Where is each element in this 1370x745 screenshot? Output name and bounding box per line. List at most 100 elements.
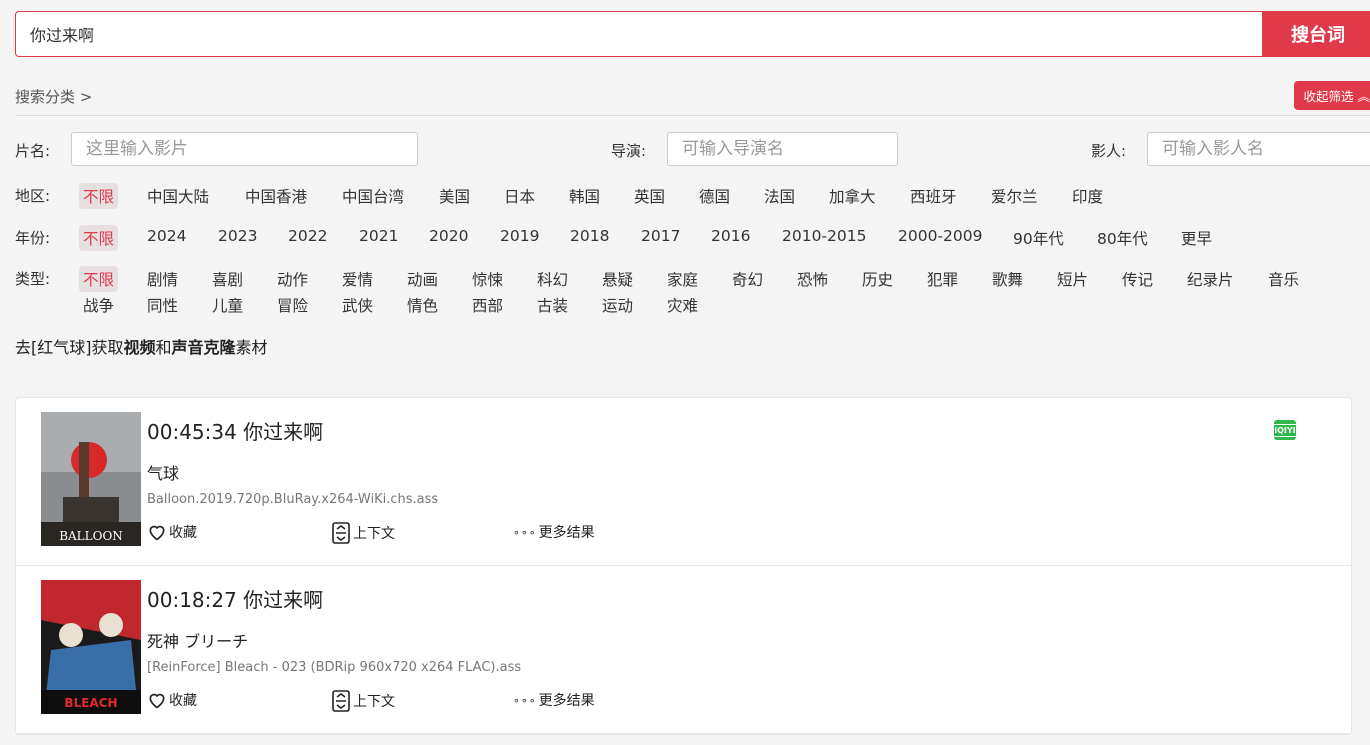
filter-genre-option[interactable]: 科幻 [537,268,568,290]
promo-voice-clone: 声音克隆 [171,338,236,357]
filter-year-option[interactable]: 2020 [429,227,468,245]
iqiyi-icon[interactable]: iQIYI [1272,420,1298,440]
result-item: BALLOON 00:45:34 你过来啊 气球 Balloon.2019.72… [16,398,1351,566]
promo-video: 视频 [123,338,156,357]
filter-region-option[interactable]: 加拿大 [829,185,876,207]
filter-genre-option[interactable]: 历史 [862,268,893,290]
context-button[interactable]: 上下文 [331,690,395,712]
filter-region-option[interactable]: 印度 [1072,185,1103,207]
filter-genre-option[interactable]: 歌舞 [992,268,1023,290]
movie-poster[interactable]: BALLOON [41,412,141,546]
filter-region-option[interactable]: 不限 [79,183,119,209]
collapse-filter-button[interactable]: 收起筛选 ︽ [1294,81,1370,110]
promo-pre: 去[红气球]获取 [15,338,124,357]
filter-genre-option[interactable]: 古装 [537,294,568,316]
director-field[interactable] [667,132,898,166]
title-field-label: 片名: [15,142,51,160]
filter-region-option[interactable]: 法国 [764,185,795,207]
filter-region-option[interactable]: 德国 [699,185,730,207]
filter-year-option[interactable]: 2000-2009 [898,227,983,245]
category-row: 搜索分类 > 收起筛选 ︽ [15,81,1370,116]
filter-genre-option[interactable]: 喜剧 [212,268,243,290]
more-results-button[interactable]: ∘∘∘ 更多结果 [513,690,595,710]
filter-year-option[interactable]: 90年代 [1013,227,1064,249]
favorite-button[interactable]: 收藏 [147,522,197,542]
poster-title: BALLOON [59,529,123,543]
filter-region-option[interactable]: 中国台湾 [342,185,404,207]
filter-year-option[interactable]: 2016 [711,227,750,245]
filter-genre-option[interactable]: 情色 [407,294,438,316]
promo-mid: 和 [155,338,172,357]
category-label[interactable]: 搜索分类 > [15,86,92,107]
filter-year-option[interactable]: 更早 [1181,227,1212,249]
filter-year-option[interactable]: 2017 [641,227,680,245]
filter-genre-option[interactable]: 同性 [147,294,178,316]
search-bar: 搜台词 [15,11,1370,57]
filter-year-option[interactable]: 不限 [79,225,119,251]
result-timecode[interactable]: 00:45:34 你过来啊 [147,416,323,445]
filter-genre-option[interactable]: 犯罪 [927,268,958,290]
filter-region-option[interactable]: 中国大陆 [147,185,209,207]
dots-icon: ∘∘∘ [513,525,537,539]
result-timecode[interactable]: 00:18:27 你过来啊 [147,584,323,613]
filter-genre-option[interactable]: 家庭 [667,268,698,290]
favorite-label: 收藏 [169,693,197,709]
filter-year-option[interactable]: 80年代 [1097,227,1148,249]
context-button[interactable]: 上下文 [331,522,395,544]
filter-genre-option[interactable]: 惊悚 [472,268,503,290]
filter-genre-option[interactable]: 儿童 [212,294,243,316]
search-input[interactable] [15,11,1262,57]
filter-genre-option[interactable]: 动画 [407,268,438,290]
filter-year-option[interactable]: 2022 [288,227,327,245]
favorite-button[interactable]: 收藏 [147,690,197,710]
director-field-label: 导演: [611,142,647,160]
more-results-button[interactable]: ∘∘∘ 更多结果 [513,522,595,542]
poster-title: BLEACH [64,696,117,710]
filter-genre-option[interactable]: 音乐 [1268,268,1299,290]
result-item: BLEACH 00:18:27 你过来啊 死神 ブリーチ [ReinForce]… [16,566,1351,734]
filter-year-option[interactable]: 2021 [359,227,398,245]
filter-year-option[interactable]: 2019 [500,227,539,245]
filter-genre-option[interactable]: 恐怖 [797,268,828,290]
filter-region-option[interactable]: 西班牙 [910,185,957,207]
filter-genre-option[interactable]: 动作 [277,268,308,290]
filter-genre-option[interactable]: 传记 [1122,268,1153,290]
search-button[interactable]: 搜台词 [1262,11,1370,57]
heart-icon [149,525,165,541]
filter-region-option[interactable]: 英国 [634,185,665,207]
filter-genre-option[interactable]: 冒险 [277,294,308,316]
filter-genre-option[interactable]: 剧情 [147,268,178,290]
filter-genre-option[interactable]: 纪录片 [1187,268,1234,290]
filter-year-option[interactable]: 2023 [218,227,257,245]
filter-genre-option[interactable]: 不限 [79,266,119,292]
favorite-label: 收藏 [169,525,197,541]
filter-genre-option[interactable]: 灾难 [667,294,698,316]
filter-region-option[interactable]: 韩国 [569,185,600,207]
filter-genre-option[interactable]: 爱情 [342,268,373,290]
result-movie-title[interactable]: 气球 [147,460,179,484]
result-list: BALLOON 00:45:34 你过来啊 气球 Balloon.2019.72… [15,397,1352,735]
filter-region-option[interactable]: 日本 [504,185,535,207]
filter-genre-option[interactable]: 短片 [1057,268,1088,290]
filter-genre-option[interactable]: 悬疑 [602,268,633,290]
title-field[interactable] [71,132,418,166]
filter-genre-option[interactable]: 运动 [602,294,633,316]
year-label: 年份: [15,229,51,247]
filter-year-option[interactable]: 2010-2015 [782,227,867,245]
heart-icon [149,693,165,709]
result-movie-title[interactable]: 死神 ブリーチ [147,628,248,652]
movie-poster[interactable]: BLEACH [41,580,141,714]
result-subtitle-file: [ReinForce] Bleach - 023 (BDRip 960x720 … [147,660,522,675]
filter-year-option[interactable]: 2018 [570,227,609,245]
context-label: 上下文 [353,526,395,542]
filter-genre-option[interactable]: 武侠 [342,294,373,316]
filter-region-option[interactable]: 美国 [439,185,470,207]
filter-genre-option[interactable]: 战争 [83,294,114,316]
filter-genre-option[interactable]: 奇幻 [732,268,763,290]
filter-genre-option[interactable]: 西部 [472,294,503,316]
promo-post: 素材 [235,338,268,357]
filter-region-option[interactable]: 爱尔兰 [991,185,1038,207]
actor-field[interactable] [1147,132,1370,166]
filter-region-option[interactable]: 中国香港 [245,185,307,207]
filter-year-option[interactable]: 2024 [147,227,186,245]
